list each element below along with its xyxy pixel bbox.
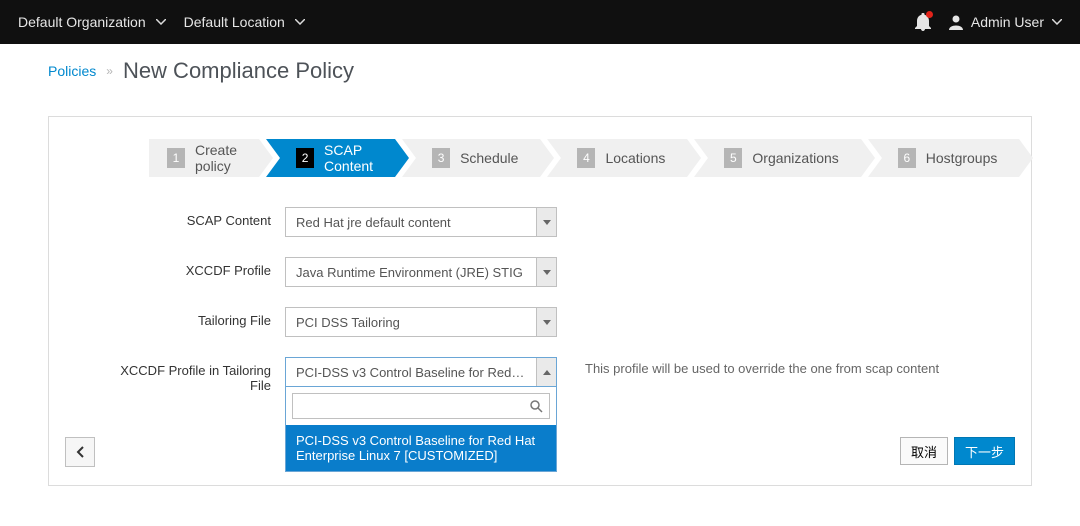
wizard-step-create-policy[interactable]: 1 Create policy <box>149 139 259 177</box>
step-number: 2 <box>296 148 314 168</box>
select-xccdf-tailoring[interactable]: PCI-DSS v3 Control Baseline for Red H... <box>285 357 557 387</box>
chevron-down-icon <box>295 19 305 25</box>
row-tailoring-file: Tailoring File PCI DSS Tailoring <box>105 307 1015 337</box>
topbar-left: Default Organization Default Location <box>18 14 305 30</box>
step-label: Hostgroups <box>926 150 998 166</box>
select-value: PCI DSS Tailoring <box>286 315 536 330</box>
back-button[interactable] <box>65 437 95 467</box>
label-scap-content: SCAP Content <box>105 207 285 228</box>
page-title: New Compliance Policy <box>123 58 354 84</box>
step-number: 3 <box>432 148 450 168</box>
dropdown-toggle[interactable] <box>536 208 556 236</box>
footer-buttons: 取消 下一步 <box>900 437 1015 467</box>
dropdown-search[interactable] <box>292 393 550 419</box>
wizard-steps: 1 Create policy 2 SCAP Content 3 Schedul… <box>149 139 1015 177</box>
select-scap-content[interactable]: Red Hat jre default content <box>285 207 557 237</box>
cancel-button[interactable]: 取消 <box>900 437 948 465</box>
next-button[interactable]: 下一步 <box>954 437 1015 465</box>
select-value: Red Hat jre default content <box>286 215 536 230</box>
select-value: PCI-DSS v3 Control Baseline for Red H... <box>286 365 536 380</box>
dropdown-search-wrap <box>286 387 556 425</box>
user-icon <box>949 15 963 30</box>
caret-up-icon <box>543 370 551 375</box>
breadcrumb-sep: » <box>106 64 113 78</box>
dropdown-toggle[interactable] <box>536 358 556 386</box>
org-label: Default Organization <box>18 14 146 30</box>
notification-dot <box>926 11 933 18</box>
chevron-down-icon <box>156 19 166 25</box>
user-menu[interactable]: Admin User <box>949 14 1062 30</box>
caret-down-icon <box>543 220 551 225</box>
chevron-down-icon <box>1052 19 1062 25</box>
form: SCAP Content Red Hat jre default content… <box>105 207 1015 393</box>
dropdown-xccdf-tailoring: PCI-DSS v3 Control Baseline for Red Hat … <box>285 387 557 472</box>
caret-down-icon <box>543 320 551 325</box>
wizard-step-organizations[interactable]: 5 Organizations <box>694 139 860 177</box>
dropdown-toggle[interactable] <box>536 308 556 336</box>
select-xccdf-profile[interactable]: Java Runtime Environment (JRE) STIG <box>285 257 557 287</box>
wizard-card: 1 Create policy 2 SCAP Content 3 Schedul… <box>48 116 1032 486</box>
select-value: Java Runtime Environment (JRE) STIG <box>286 265 536 280</box>
search-input[interactable] <box>299 399 530 414</box>
wizard-step-locations[interactable]: 4 Locations <box>547 139 687 177</box>
help-xccdf-tailoring: This profile will be used to override th… <box>585 357 939 376</box>
row-xccdf-profile: XCCDF Profile Java Runtime Environment (… <box>105 257 1015 287</box>
topbar-right: Admin User <box>915 13 1062 31</box>
location-selector[interactable]: Default Location <box>184 14 305 30</box>
org-selector[interactable]: Default Organization <box>18 14 166 30</box>
breadcrumb: Policies » New Compliance Policy <box>0 44 1080 94</box>
step-label: SCAP Content <box>324 142 373 174</box>
wizard-step-scap-content[interactable]: 2 SCAP Content <box>266 139 395 177</box>
user-name: Admin User <box>971 14 1044 30</box>
row-scap-content: SCAP Content Red Hat jre default content <box>105 207 1015 237</box>
row-xccdf-tailoring: XCCDF Profile in Tailoring File PCI-DSS … <box>105 357 1015 393</box>
wizard-step-schedule[interactable]: 3 Schedule <box>402 139 540 177</box>
step-number: 4 <box>577 148 595 168</box>
search-icon <box>530 400 543 413</box>
label-tailoring-file: Tailoring File <box>105 307 285 328</box>
step-number: 5 <box>724 148 742 168</box>
notifications-button[interactable] <box>915 13 931 31</box>
topbar: Default Organization Default Location Ad… <box>0 0 1080 44</box>
wizard-step-hostgroups[interactable]: 6 Hostgroups <box>868 139 1020 177</box>
chevron-left-icon <box>76 446 84 458</box>
dropdown-toggle[interactable] <box>536 258 556 286</box>
step-label: Schedule <box>460 150 518 166</box>
breadcrumb-parent-link[interactable]: Policies <box>48 63 96 79</box>
step-label: Create policy <box>195 142 237 174</box>
label-xccdf-profile: XCCDF Profile <box>105 257 285 278</box>
select-tailoring-file[interactable]: PCI DSS Tailoring <box>285 307 557 337</box>
label-xccdf-tailoring: XCCDF Profile in Tailoring File <box>105 357 285 393</box>
step-label: Locations <box>605 150 665 166</box>
dropdown-option[interactable]: PCI-DSS v3 Control Baseline for Red Hat … <box>286 425 556 471</box>
step-label: Organizations <box>752 150 838 166</box>
step-number: 1 <box>167 148 185 168</box>
step-number: 6 <box>898 148 916 168</box>
location-label: Default Location <box>184 14 285 30</box>
caret-down-icon <box>543 270 551 275</box>
